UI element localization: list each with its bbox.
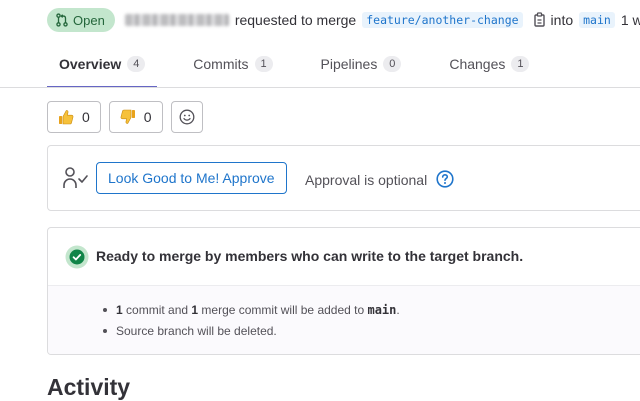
tab-label: Changes [449,56,506,72]
tab-changes[interactable]: Changes 1 [437,48,541,80]
thumbs-down-count: 0 [143,109,152,125]
approval-status-text: Approval is optional [305,172,428,188]
status-badge: Open [47,8,115,32]
thumbs-up-button[interactable]: 0 [47,101,101,133]
tab-label: Overview [59,56,122,72]
tab-commits[interactable]: Commits 1 [181,48,284,80]
merge-widget-header: Ready to merge by members who can write … [48,228,640,285]
thumbs-down-icon [120,109,135,124]
tab-count: 4 [127,56,146,72]
tab-overview[interactable]: Overview 4 [47,48,158,88]
thumbs-up-count: 0 [82,109,90,125]
tab-count: 1 [254,56,273,72]
tab-count: 0 [383,56,402,72]
add-reaction-button[interactable] [170,101,203,133]
merge-request-icon [56,13,68,27]
award-emoji-bar: 0 0 [47,101,203,133]
list-item: 1 commit and 1 merge commit will be adde… [103,302,400,323]
tab-count: 1 [511,56,530,72]
tab-pipelines[interactable]: Pipelines 0 [309,48,414,80]
target-branch-name: main [367,303,397,317]
smiley-icon [179,109,195,125]
merge-status-title: Ready to merge by members who can write … [96,248,524,264]
commit-text: merge commit will be added to [198,303,368,317]
help-icon[interactable] [436,170,454,193]
merge-details-list: 1 commit and 1 merge commit will be adde… [103,302,400,344]
approval-widget: Look Good to Me! Approve Approval is opt… [47,145,640,211]
commit-text: commit and [122,303,192,317]
tab-label: Pipelines [320,56,378,72]
merge-widget: Ready to merge by members who can write … [47,227,640,355]
thumbs-up-icon [59,110,74,125]
commit-text: . [396,303,400,317]
list-item: Source branch will be deleted. [103,323,400,344]
into-text: into [550,12,574,28]
mr-header: Open requested to merge feature/another-… [47,8,640,32]
author-name-redacted[interactable] [124,14,229,26]
tab-label: Commits [193,56,249,72]
target-branch[interactable]: main [579,12,615,28]
commit-count: 1 [116,303,123,317]
merge-details: 1 commit and 1 merge commit will be adde… [48,285,640,354]
requested-text: requested to merge [234,12,357,28]
mr-tabs: Overview 4 Commits 1 Pipelines 0 Changes… [47,48,565,88]
source-branch[interactable]: feature/another-change [362,12,523,28]
status-label: Open [73,12,105,28]
approve-button[interactable]: Look Good to Me! Approve [96,162,287,194]
status-success-icon [65,245,89,274]
thumbs-down-button[interactable]: 0 [108,101,163,133]
copy-branch-icon[interactable] [533,12,547,28]
tabs-divider [0,87,640,88]
timeago-text: 1 wee [620,12,640,28]
approval-user-check-icon [62,166,90,195]
source-branch-deleted-text: Source branch will be deleted. [116,324,277,338]
activity-heading: Activity [47,374,131,400]
